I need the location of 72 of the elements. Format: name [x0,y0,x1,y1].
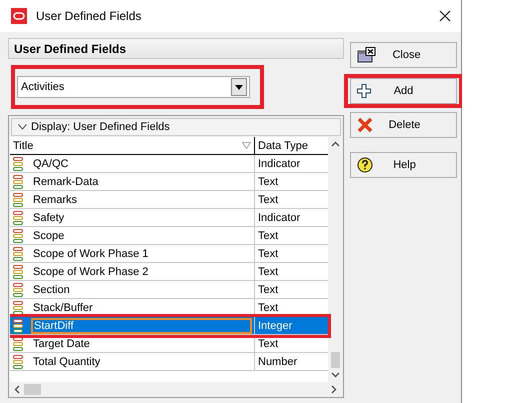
table-cell-text: Total Quantity [32,354,102,368]
dropdown-arrow-icon [235,84,243,90]
table-row[interactable]: Section Text [10,281,328,299]
table-cell-text: Safety [32,210,66,224]
table-row[interactable]: Total Quantity Number [10,353,328,371]
delete-x-icon [357,117,373,133]
field-icon [13,264,23,278]
delete-button[interactable]: Delete [350,112,457,138]
window-title: User Defined Fields [36,9,142,23]
help-button[interactable]: Help [350,152,457,178]
table-cell-text: Section [32,282,71,296]
chevron-icon [18,124,27,130]
table-row[interactable]: Safety Indicator [10,209,328,227]
field-icon [13,246,23,260]
table-row[interactable]: Scope Text [10,227,328,245]
scroll-right-icon[interactable] [331,385,337,394]
table-cell-text: Remarks [32,192,78,206]
scroll-left-icon[interactable] [14,385,20,394]
help-icon [357,157,373,173]
table-cell: Indicator [258,158,300,170]
field-icon [13,174,23,188]
dropdown-field[interactable]: Activities [17,76,250,98]
table-cell: Indicator [258,212,300,224]
field-icon [13,192,23,206]
table-cell: Integer [258,320,292,332]
table-row[interactable]: Remark-Data Text [10,173,328,191]
table-cell: Text [258,248,278,260]
table-cell: Text [258,338,278,350]
field-icon [13,156,23,170]
table-cell-text: Target Date [32,336,91,350]
field-icon [13,282,23,296]
field-icon [13,228,23,242]
vertical-scrollbar[interactable] [328,137,343,382]
table-cell: Text [258,302,278,314]
scroll-thumb[interactable] [24,384,41,395]
close-icon[interactable] [439,10,451,22]
table-cell: Number [258,356,298,368]
add-button[interactable]: Add [350,78,457,104]
table-row[interactable]: StartDiff Integer [10,317,328,335]
app-logo-icon [11,8,27,24]
close-button[interactable]: Close [350,42,457,68]
table-cell: Text [258,194,278,206]
column-header[interactable]: Data Type [255,137,328,154]
plus-icon [357,84,371,98]
group-header[interactable]: Display: User Defined Fields [11,118,341,136]
table-cell-text: Scope [32,228,66,242]
table-cell-text: Remark-Data [32,174,100,188]
table-cell: Text [258,266,278,278]
field-icon [13,210,23,224]
table-row[interactable]: Scope of Work Phase 1 Text [10,245,328,263]
panel-header: User Defined Fields [8,38,344,59]
table-cell-text: Scope of Work Phase 2 [32,264,150,278]
table-cell: Text [258,284,278,296]
scroll-up-icon[interactable] [331,141,340,147]
table-row[interactable]: Remarks Text [10,191,328,209]
window-close-icon [357,47,377,63]
table-cell-text: Scope of Work Phase 1 [32,246,150,260]
field-icon [13,354,23,368]
table-row[interactable]: Scope of Work Phase 2 Text [10,263,328,281]
field-icon [13,318,23,332]
scroll-down-icon[interactable] [331,372,340,378]
table-cell-text: Stack/Buffer [32,300,94,314]
scroll-thumb[interactable] [331,352,340,368]
table-cell-text: QA/QC [32,156,70,170]
group-label: Display: User Defined Fields [31,121,170,133]
field-icon [13,300,23,314]
field-icon [13,336,23,350]
table-cell: Text [258,176,278,188]
table-row[interactable]: QA/QC Indicator [10,155,328,173]
table-cell: Text [258,230,278,242]
table-cell: StartDiff [31,318,252,334]
column-header[interactable]: Title [10,137,255,154]
